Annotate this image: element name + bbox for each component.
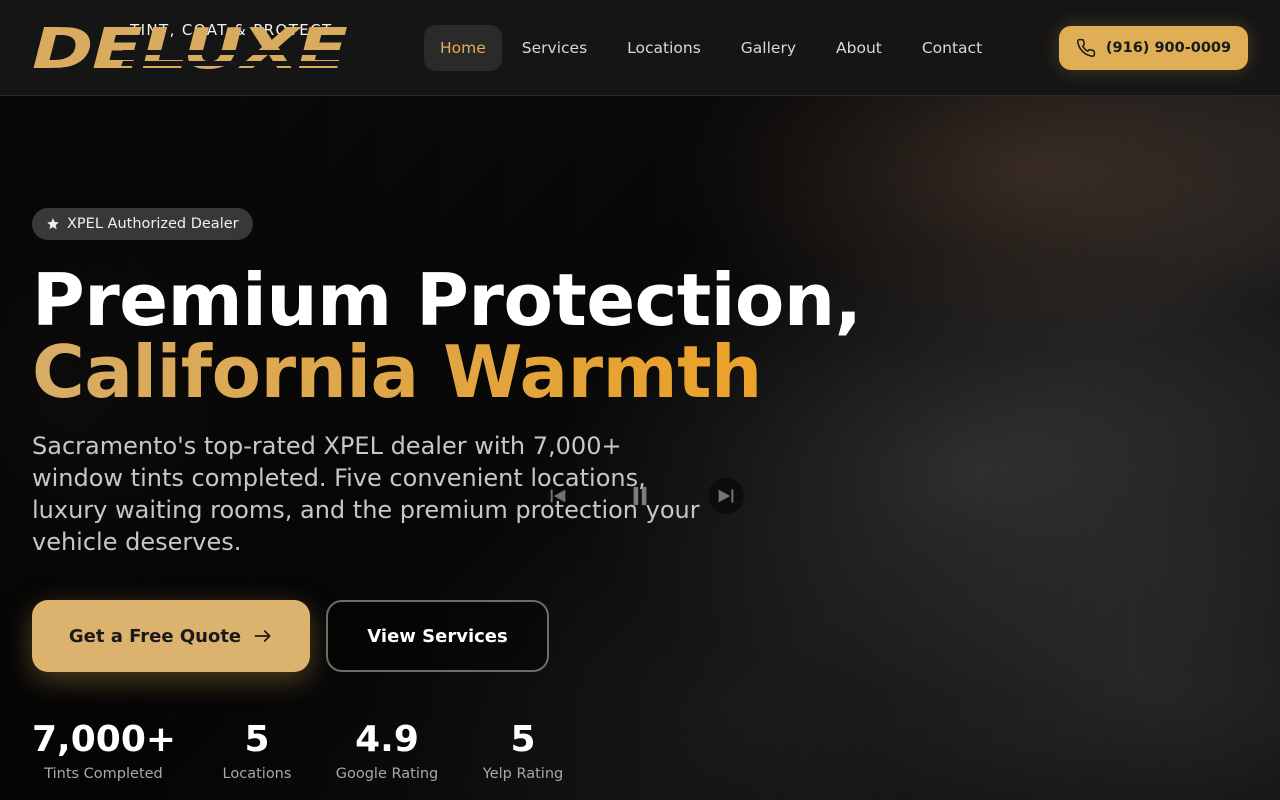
- logo-stripe: [121, 50, 359, 55]
- video-next-button[interactable]: [708, 478, 744, 514]
- stat-label: Yelp Rating: [482, 766, 564, 782]
- hero-section: XPEL Authorized Dealer Premium Protectio…: [0, 96, 1280, 800]
- skip-forward-icon: [718, 489, 734, 503]
- stat-yelp-rating: 5 Yelp Rating: [480, 719, 566, 783]
- badge-label: XPEL Authorized Dealer: [67, 216, 239, 232]
- pause-icon: [633, 486, 647, 506]
- stat-label: Locations: [222, 766, 292, 782]
- headline-line-2: California Warmth: [32, 336, 862, 408]
- phone-number: (916) 900-0009: [1105, 40, 1232, 56]
- logo-stripe: [121, 61, 359, 66]
- headline-line-1: Premium Protection,: [32, 258, 862, 342]
- stat-tints-completed: 7,000+ Tints Completed: [32, 719, 177, 783]
- call-phone-button[interactable]: (916) 900-0009: [1059, 26, 1248, 70]
- skip-back-icon: [550, 489, 566, 503]
- nav-link-about[interactable]: About: [816, 25, 902, 71]
- nav-link-services[interactable]: Services: [502, 25, 607, 71]
- get-free-quote-button[interactable]: Get a Free Quote: [32, 600, 310, 672]
- site-header: TINT, COAT & PROTECT DELUXE Home Service…: [0, 0, 1280, 96]
- video-prev-button[interactable]: [540, 478, 576, 514]
- stat-value: 5: [244, 719, 270, 760]
- nav-link-locations[interactable]: Locations: [607, 25, 721, 71]
- stat-value: 7,000+: [32, 719, 177, 760]
- main-nav: Home Services Locations Gallery About Co…: [424, 25, 1002, 71]
- dealer-badge: XPEL Authorized Dealer: [32, 208, 253, 240]
- stat-google-rating: 4.9 Google Rating: [335, 719, 439, 783]
- view-services-label: View Services: [367, 625, 508, 647]
- video-controls: [540, 478, 750, 514]
- deluxe-logo[interactable]: TINT, COAT & PROTECT DELUXE: [32, 20, 359, 78]
- stat-locations: 5 Locations: [217, 719, 297, 783]
- stat-label: Google Rating: [335, 766, 439, 782]
- view-services-button[interactable]: View Services: [326, 600, 549, 672]
- nav-link-gallery[interactable]: Gallery: [721, 25, 816, 71]
- get-free-quote-label: Get a Free Quote: [68, 625, 242, 647]
- hero-headline: Premium Protection, California Warmth: [32, 264, 862, 408]
- arrow-right-icon: [254, 630, 271, 642]
- nav-link-contact[interactable]: Contact: [902, 25, 1002, 71]
- star-icon: [47, 218, 59, 230]
- phone-icon: [1076, 38, 1095, 57]
- stat-value: 5: [510, 719, 536, 760]
- nav-link-home[interactable]: Home: [424, 25, 502, 71]
- video-pause-button[interactable]: [622, 478, 658, 514]
- stat-label: Tints Completed: [44, 766, 163, 782]
- stat-value: 4.9: [355, 719, 419, 760]
